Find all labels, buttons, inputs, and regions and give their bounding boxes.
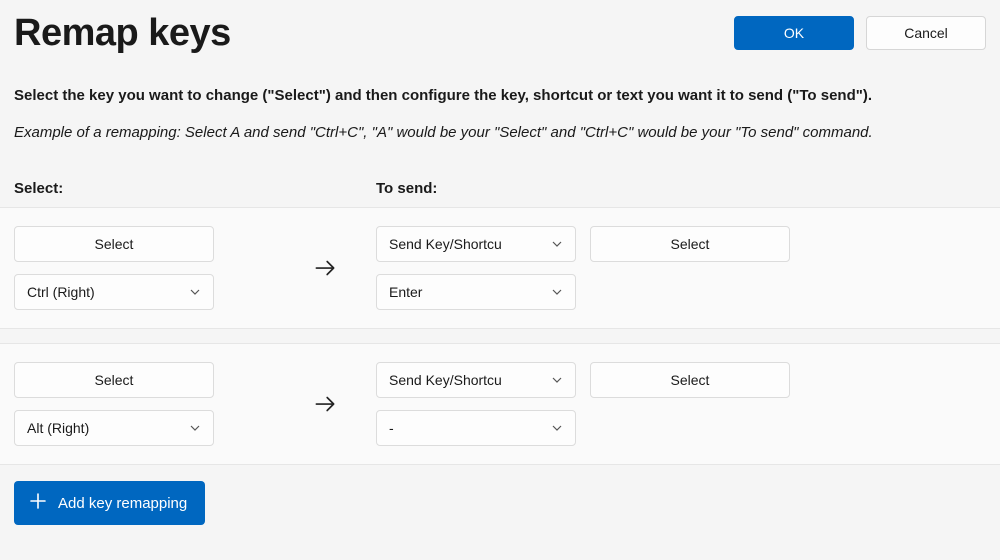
ok-button[interactable]: OK xyxy=(734,16,854,50)
instruction-text: Select the key you want to change ("Sele… xyxy=(14,85,986,108)
send-type-dropdown[interactable]: Send Key/Shortcu xyxy=(376,226,576,262)
send-key-dropdown[interactable]: - xyxy=(376,410,576,446)
mapping-row: Select Ctrl (Right) Send Key/Shortcu Sel… xyxy=(0,207,1000,329)
select-key-value: Alt (Right) xyxy=(27,420,89,436)
send-select-button[interactable]: Select xyxy=(590,362,790,398)
chevron-down-icon xyxy=(551,286,563,298)
select-key-button[interactable]: Select xyxy=(14,362,214,398)
send-type-value: Send Key/Shortcu xyxy=(389,236,502,252)
cancel-button[interactable]: Cancel xyxy=(866,16,986,50)
add-remapping-button[interactable]: Add key remapping xyxy=(14,481,205,525)
arrow-right-icon xyxy=(274,391,376,417)
add-remapping-label: Add key remapping xyxy=(58,495,187,512)
select-key-dropdown[interactable]: Ctrl (Right) xyxy=(14,274,214,310)
send-key-dropdown[interactable]: Enter xyxy=(376,274,576,310)
send-type-value: Send Key/Shortcu xyxy=(389,372,502,388)
select-key-value: Ctrl (Right) xyxy=(27,284,95,300)
send-key-value: Enter xyxy=(389,284,422,300)
select-column-label: Select: xyxy=(14,180,376,197)
send-select-button[interactable]: Select xyxy=(590,226,790,262)
chevron-down-icon xyxy=(189,286,201,298)
example-text: Example of a remapping: Select A and sen… xyxy=(14,122,986,145)
send-key-value: - xyxy=(389,420,394,436)
page-title: Remap keys xyxy=(14,12,231,55)
arrow-right-icon xyxy=(274,255,376,281)
chevron-down-icon xyxy=(551,238,563,250)
chevron-down-icon xyxy=(551,374,563,386)
mapping-row: Select Alt (Right) Send Key/Shortcu Sele… xyxy=(0,343,1000,465)
chevron-down-icon xyxy=(551,422,563,434)
chevron-down-icon xyxy=(189,422,201,434)
send-type-dropdown[interactable]: Send Key/Shortcu xyxy=(376,362,576,398)
select-key-button[interactable]: Select xyxy=(14,226,214,262)
tosend-column-label: To send: xyxy=(376,180,437,197)
plus-icon xyxy=(28,491,48,515)
select-key-dropdown[interactable]: Alt (Right) xyxy=(14,410,214,446)
